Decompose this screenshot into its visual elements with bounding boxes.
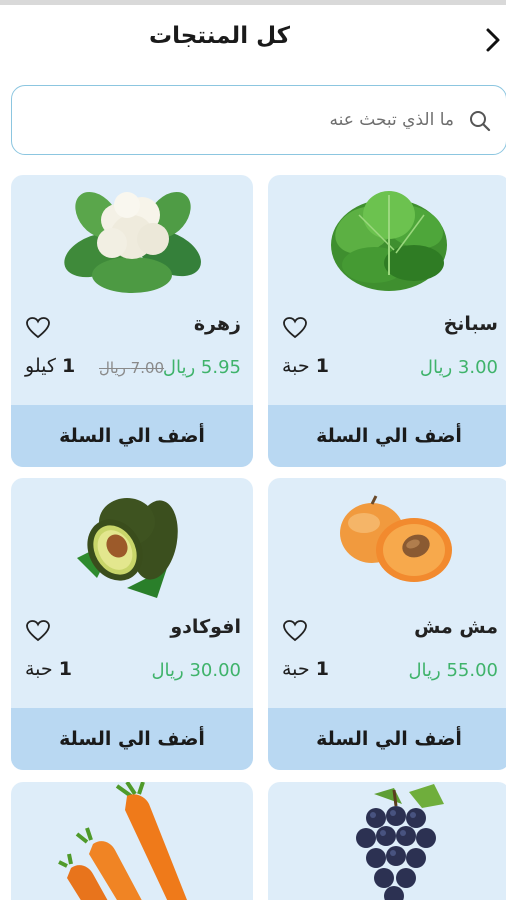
product-old-price: 7.00 ريال xyxy=(99,359,165,377)
product-card-avocado[interactable]: افوكادو 30.00 ريال 1 حبة أضف الي السلة xyxy=(11,478,253,770)
heart-outline-icon[interactable] xyxy=(25,316,51,340)
quantity-unit: حبة xyxy=(282,355,310,377)
heart-outline-icon[interactable] xyxy=(25,619,51,643)
product-price: 30.00 ريال xyxy=(151,660,241,681)
apricot-image xyxy=(340,495,452,582)
spinach-image xyxy=(331,191,447,291)
product-card-cauliflower[interactable]: زهرة 5.95 ريال 7.00 ريال 1 كيلو أضف الي … xyxy=(11,175,253,467)
product-card-grapes[interactable] xyxy=(268,782,506,900)
page-title: كل المنتجات xyxy=(149,23,290,49)
avocado-image xyxy=(77,498,178,598)
product-quantity: 1 حبة xyxy=(25,658,72,680)
product-name: افوكادو xyxy=(170,616,241,638)
product-quantity: 1 حبة xyxy=(282,355,329,377)
product-price: 5.95 ريال xyxy=(162,357,241,378)
add-to-cart-button[interactable]: أضف الي السلة xyxy=(268,405,506,467)
add-to-cart-button[interactable]: أضف الي السلة xyxy=(11,405,253,467)
product-card-apricot[interactable]: مش مش 55.00 ريال 1 حبة أضف الي السلة xyxy=(268,478,506,770)
app-header: كل المنتجات xyxy=(0,5,506,77)
heart-outline-icon[interactable] xyxy=(282,316,308,340)
product-name: سبانخ xyxy=(443,313,498,335)
chevron-right-icon xyxy=(486,28,500,52)
product-quantity: 1 كيلو xyxy=(25,355,75,377)
product-price: 55.00 ريال xyxy=(408,660,498,681)
carrots-image xyxy=(58,782,187,900)
quantity-number: 1 xyxy=(315,658,329,680)
back-button[interactable] xyxy=(480,25,506,55)
product-card-carrots[interactable] xyxy=(11,782,253,900)
quantity-unit: كيلو xyxy=(25,355,56,377)
product-quantity: 1 حبة xyxy=(282,658,329,680)
add-to-cart-button[interactable]: أضف الي السلة xyxy=(268,708,506,770)
quantity-number: 1 xyxy=(61,355,76,377)
add-to-cart-button[interactable]: أضف الي السلة xyxy=(11,708,253,770)
product-name: زهرة xyxy=(193,313,241,335)
quantity-unit: حبة xyxy=(25,658,53,680)
quantity-unit: حبة xyxy=(282,658,310,680)
cauliflower-image xyxy=(64,191,201,293)
search-icon xyxy=(470,111,491,132)
product-price: 3.00 ريال xyxy=(419,357,498,378)
product-card-spinach[interactable]: سبانخ 3.00 ريال 1 حبة أضف الي السلة xyxy=(268,175,506,467)
search-bar[interactable] xyxy=(11,85,506,155)
quantity-number: 1 xyxy=(58,658,72,680)
search-input[interactable] xyxy=(44,104,454,136)
quantity-number: 1 xyxy=(315,355,329,377)
heart-outline-icon[interactable] xyxy=(282,619,308,643)
grapes-image xyxy=(356,784,444,900)
product-name: مش مش xyxy=(414,616,498,638)
